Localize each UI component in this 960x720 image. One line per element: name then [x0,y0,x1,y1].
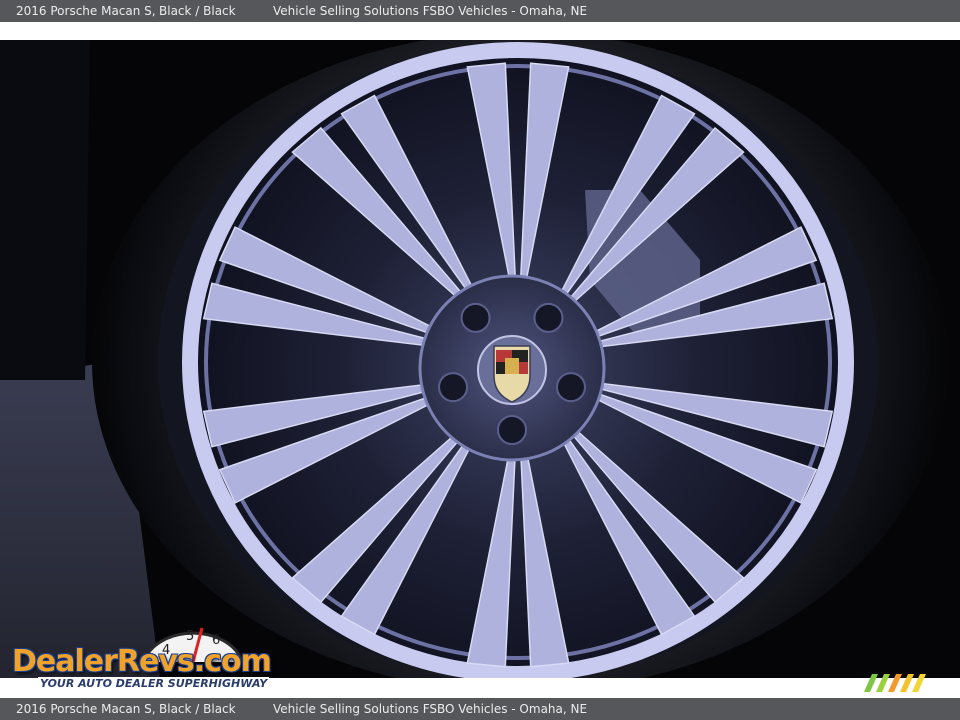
dealerrevs-logo: DealerRevs.com [12,644,272,679]
wheel-photo [0,40,960,678]
vehicle-title: 2016 Porsche Macan S, [16,4,156,18]
dealerrevs-watermark: 4 5 6 DealerRevs.com YOUR AUTO DEALER SU… [10,620,272,694]
lug-nut [460,302,491,333]
lug-nut [497,415,527,445]
lug-nut [533,302,564,333]
watermark-tagline: YOUR AUTO DEALER SUPERHIGHWAY [38,677,270,690]
seller-info: Vehicle Selling Solutions FSBO Vehicles … [273,702,588,716]
porsche-crest-icon [477,335,547,405]
caption-bar-top: 2016 Porsche Macan S, Black / Black Vehi… [0,0,960,22]
vehicle-title: 2016 Porsche Macan S, [16,702,156,716]
lug-nut [555,372,586,403]
vehicle-colors: Black / Black [159,702,236,716]
seller-info: Vehicle Selling Solutions FSBO Vehicles … [273,4,588,18]
lug-nut [438,372,469,403]
gauge-digit: 5 [186,629,194,644]
caption-bar-bottom: 2016 Porsche Macan S, Black / Black Vehi… [0,698,960,720]
vehicle-colors: Black / Black [159,4,236,18]
alloy-wheel-icon [0,40,960,678]
color-stripes-icon [864,674,926,692]
